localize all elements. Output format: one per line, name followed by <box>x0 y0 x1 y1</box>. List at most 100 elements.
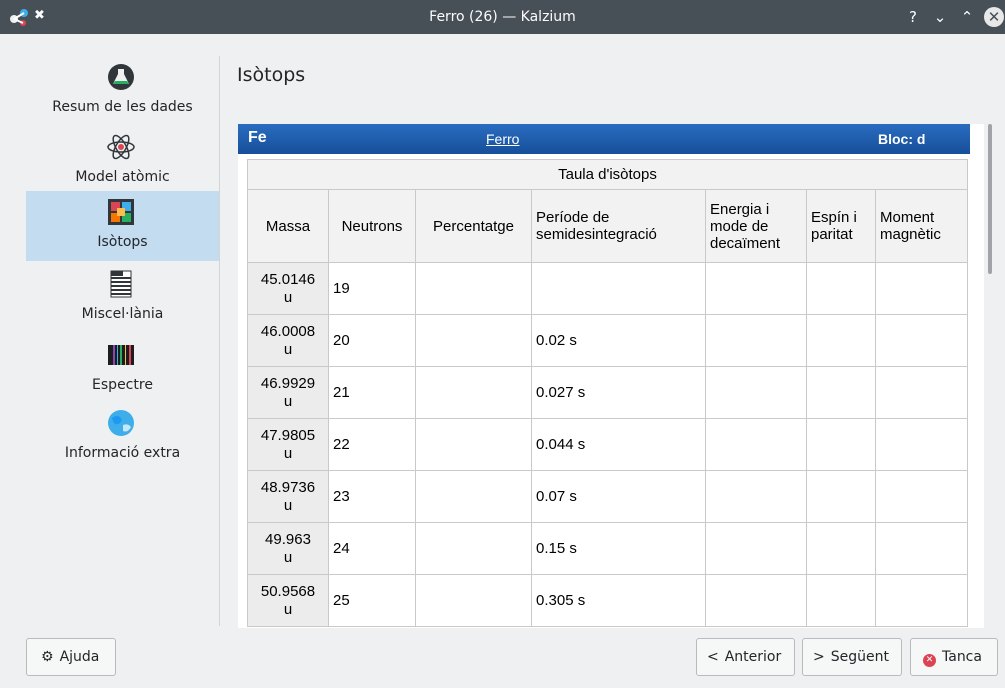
previous-button[interactable]: < Anterior <box>696 638 795 676</box>
sidebar-item-summary[interactable]: Resum de les dades <box>26 56 219 126</box>
column-header: Percentatge <box>415 189 532 263</box>
massa-value: 48.9736 <box>260 478 316 496</box>
neutrons-cell: 19 <box>328 262 416 315</box>
massa-unit: u <box>283 392 293 410</box>
energy-cell <box>705 470 807 523</box>
help-button-label: Ajuda <box>59 649 100 665</box>
massa-value: 47.9805 <box>260 426 316 444</box>
table-caption: Taula d'isòtops <box>247 159 968 190</box>
energy-cell <box>705 366 807 419</box>
half-life-cell: 0.07 s <box>531 470 706 523</box>
chevron-left-icon: < <box>707 649 719 665</box>
table-row: 48.9736 u 23 0.07 s <box>247 470 968 523</box>
moment-cell <box>875 418 968 471</box>
percentage-cell <box>415 522 532 575</box>
neutrons-cell: 23 <box>328 470 416 523</box>
sidebar-divider <box>219 56 220 626</box>
element-header: Fe Ferro Bloc: d <box>238 124 970 154</box>
massa-unit: u <box>283 444 293 462</box>
element-name-link[interactable]: Ferro <box>486 131 519 147</box>
half-life-cell: 0.15 s <box>531 522 706 575</box>
page-title: Isòtops <box>237 64 306 86</box>
massa-cell: 49.963 u <box>247 522 329 575</box>
minimize-button[interactable]: ⌄ <box>930 7 950 27</box>
sidebar-item-label: Resum de les dades <box>52 99 193 115</box>
percentage-cell <box>415 574 532 627</box>
vertical-scrollbar[interactable] <box>984 124 992 628</box>
energy-cell <box>705 418 807 471</box>
spin-cell <box>806 262 876 315</box>
element-block: Bloc: d <box>878 131 926 147</box>
massa-cell: 46.9929 u <box>247 366 329 419</box>
atom-icon <box>107 134 135 160</box>
moment-cell <box>875 314 968 367</box>
percentage-cell <box>415 314 532 367</box>
maximize-button[interactable]: ⌃ <box>957 7 977 27</box>
half-life-cell: 0.02 s <box>531 314 706 367</box>
moment-cell <box>875 262 968 315</box>
column-header: Període de semidesintegració <box>531 189 706 263</box>
misc-stripes-icon <box>110 270 132 298</box>
column-header: Moment magnètic <box>875 189 968 263</box>
sidebar-item-label: Espectre <box>92 377 153 393</box>
table-row: 46.0008 u 20 0.02 s <box>247 314 968 367</box>
spin-cell <box>806 470 876 523</box>
half-life-cell: 0.027 s <box>531 366 706 419</box>
table-row: 45.0146 u 19 <box>247 262 968 315</box>
isotope-table: Taula d'isòtops Massa Neutrons Percentat… <box>247 159 968 627</box>
help-icon: ⚙ <box>41 649 54 665</box>
sidebar-item-isotopes[interactable]: Isòtops <box>26 191 219 261</box>
neutrons-cell: 22 <box>328 418 416 471</box>
energy-cell <box>705 262 807 315</box>
close-icon: ✕ <box>923 654 936 667</box>
isotope-view: Fe Ferro Bloc: d Taula d'isòtops Massa N… <box>238 124 984 628</box>
massa-value: 50.9568 <box>260 582 316 600</box>
massa-unit: u <box>283 600 293 618</box>
next-button[interactable]: > Següent <box>802 638 902 676</box>
close-button-label: Tanca <box>942 649 982 665</box>
neutrons-cell: 21 <box>328 366 416 419</box>
close-button[interactable]: ✕ Tanca <box>910 638 998 676</box>
table-row: 47.9805 u 22 0.044 s <box>247 418 968 471</box>
massa-cell: 48.9736 u <box>247 470 329 523</box>
spin-cell <box>806 574 876 627</box>
energy-cell <box>705 314 807 367</box>
massa-value: 49.963 <box>265 530 311 548</box>
sidebar-item-extra-info[interactable]: Informació extra <box>26 402 219 472</box>
sidebar-item-spectrum[interactable]: Espectre <box>26 334 219 404</box>
percentage-cell <box>415 470 532 523</box>
massa-unit: u <box>283 548 293 566</box>
sidebar-item-misc[interactable]: Miscel·lània <box>26 263 219 333</box>
column-header: Neutrons <box>328 189 416 263</box>
globe-icon <box>108 410 134 436</box>
neutrons-cell: 20 <box>328 314 416 367</box>
window-close-button[interactable]: ✕ <box>984 7 1004 27</box>
column-header: Espín i paritat <box>806 189 876 263</box>
massa-unit: u <box>283 340 293 358</box>
neutrons-cell: 24 <box>328 522 416 575</box>
sidebar-item-atomic-model[interactable]: Model atòmic <box>26 126 219 196</box>
scrollbar-thumb[interactable] <box>988 124 992 274</box>
massa-unit: u <box>283 288 293 306</box>
moment-cell <box>875 574 968 627</box>
table-row: 50.9568 u 25 0.305 s <box>247 574 968 627</box>
massa-value: 45.0146 <box>260 270 316 288</box>
window-title: Ferro (26) — Kalzium <box>429 9 576 25</box>
previous-button-label: Anterior <box>724 649 782 665</box>
energy-cell <box>705 522 807 575</box>
spectrum-icon <box>108 345 134 365</box>
massa-cell: 46.0008 u <box>247 314 329 367</box>
massa-value: 46.0008 <box>260 322 316 340</box>
title-bar: ✖ Ferro (26) — Kalzium ? ⌄ ⌃ ✕ <box>0 0 1005 34</box>
spin-cell <box>806 314 876 367</box>
moment-cell <box>875 522 968 575</box>
moment-cell <box>875 366 968 419</box>
half-life-cell: 0.305 s <box>531 574 706 627</box>
element-symbol: Fe <box>248 129 267 146</box>
chevron-right-icon: > <box>813 649 825 665</box>
help-button[interactable]: ⚙ Ajuda <box>26 638 116 676</box>
context-help-button[interactable]: ? <box>903 7 923 27</box>
neutrons-cell: 25 <box>328 574 416 627</box>
percentage-cell <box>415 366 532 419</box>
flask-icon <box>108 64 134 90</box>
